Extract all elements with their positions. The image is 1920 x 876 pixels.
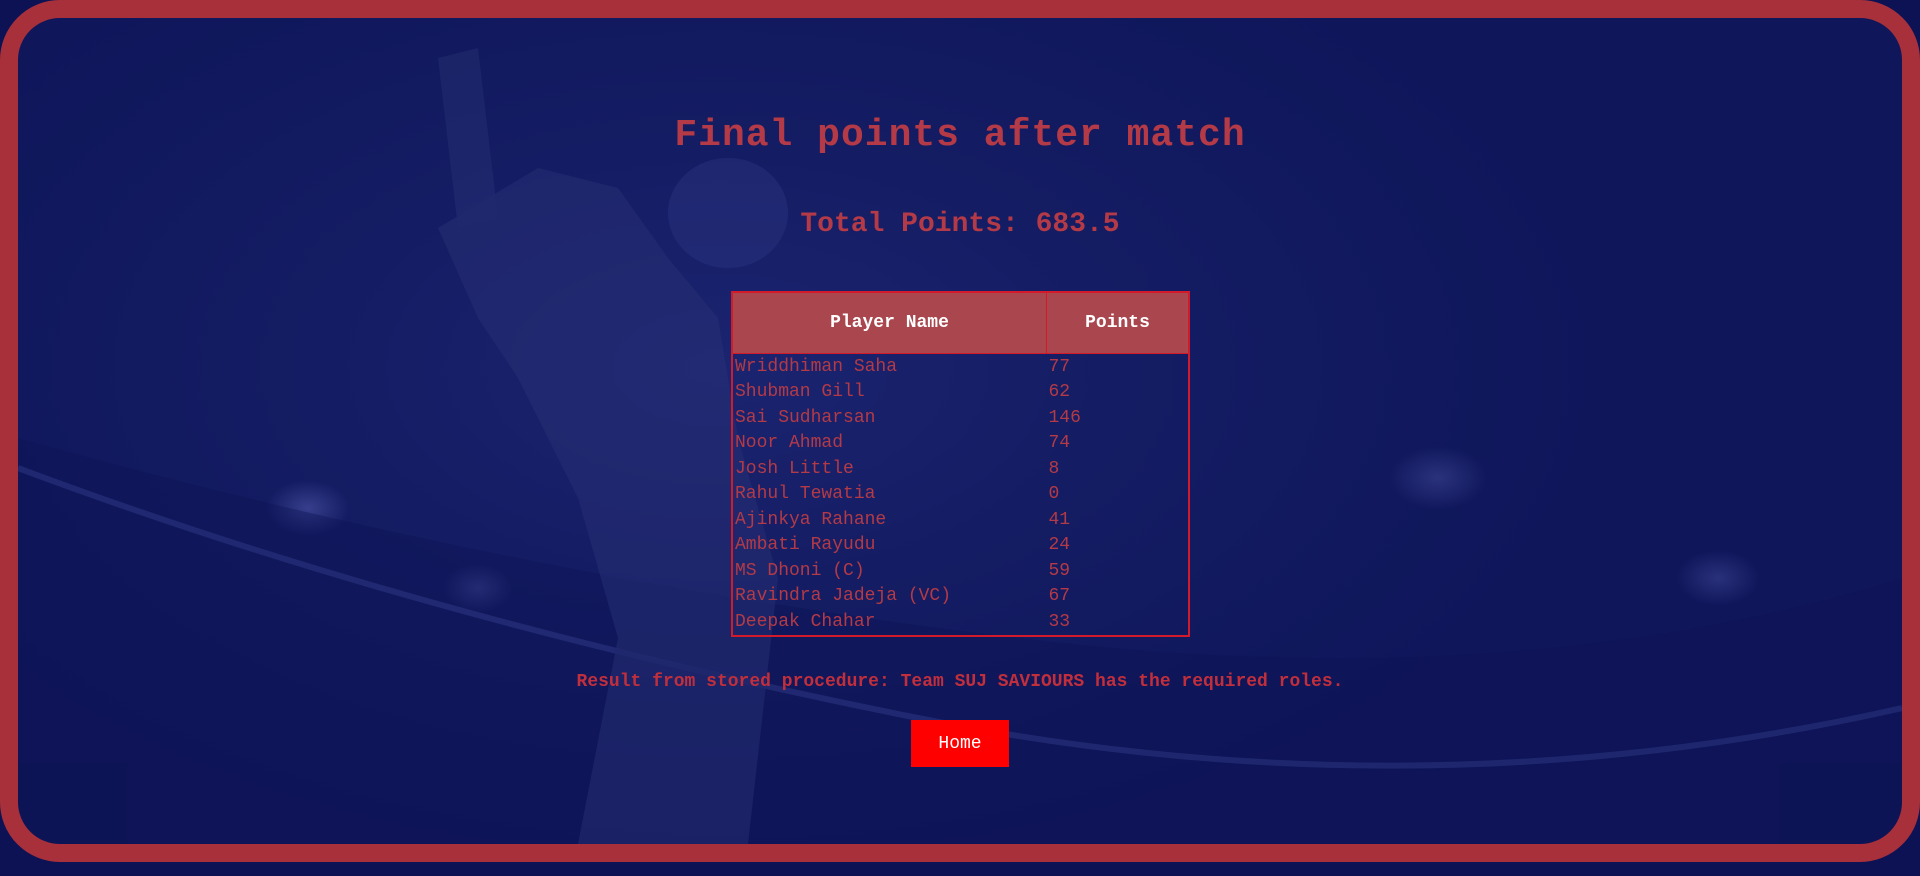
points-cell: 67 <box>1048 586 1071 607</box>
page-title: Final points after match <box>674 114 1246 157</box>
player-name-cell: Wriddhiman Saha <box>735 356 898 377</box>
points-cell: 33 <box>1048 611 1071 632</box>
player-name-cell: Sai Sudharsan <box>735 407 876 428</box>
table-row: Rahul Tewatia 0 <box>732 482 1189 508</box>
table-row: Josh Little 8 <box>732 456 1189 482</box>
table-row: Noor Ahmad 74 <box>732 431 1189 457</box>
player-name-cell: Josh Little <box>735 458 854 479</box>
stored-procedure-result-message: Result from stored procedure: Team SUJ S… <box>576 672 1344 692</box>
page-frame: Final points after match Total Points: 6… <box>0 0 1920 862</box>
points-table: Player Name Points Wriddhiman Saha 77 Sh… <box>731 291 1190 637</box>
total-points: Total Points: 683.5 <box>800 209 1120 240</box>
player-name-cell: Ravindra Jadeja (VC) <box>735 586 952 607</box>
table-row: Deepak Chahar 33 <box>732 609 1189 636</box>
main-content: Final points after match Total Points: 6… <box>18 18 1902 844</box>
player-name-cell: Deepak Chahar <box>735 611 876 632</box>
points-cell: 24 <box>1048 535 1071 556</box>
table-row: Ajinkya Rahane 41 <box>732 507 1189 533</box>
points-cell: 62 <box>1048 382 1071 403</box>
column-header-points: Points <box>1046 291 1190 354</box>
points-table-container: Player Name Points Wriddhiman Saha 77 Sh… <box>731 291 1190 637</box>
points-cell: 8 <box>1048 458 1060 479</box>
points-cell: 77 <box>1048 356 1071 377</box>
table-row: Sai Sudharsan 146 <box>732 405 1189 431</box>
table-row: Ravindra Jadeja (VC) 67 <box>732 584 1189 610</box>
player-name-cell: Noor Ahmad <box>735 433 844 454</box>
table-row: Ambati Rayudu 24 <box>732 533 1189 559</box>
table-header-row: Player Name Points <box>731 291 1190 354</box>
points-cell: 59 <box>1048 560 1071 581</box>
table-row: Wriddhiman Saha 77 <box>732 354 1189 380</box>
column-header-player-name: Player Name <box>731 291 1047 354</box>
points-cell: 146 <box>1048 407 1081 428</box>
player-name-cell: Ajinkya Rahane <box>735 509 887 530</box>
player-name-cell: Shubman Gill <box>735 382 865 403</box>
player-name-cell: Ambati Rayudu <box>735 535 876 556</box>
points-cell: 0 <box>1048 484 1060 505</box>
player-name-cell: Rahul Tewatia <box>735 484 876 505</box>
points-cell: 74 <box>1048 433 1071 454</box>
player-name-cell: MS Dhoni (C) <box>735 560 865 581</box>
points-cell: 41 <box>1048 509 1071 530</box>
table-row: MS Dhoni (C) 59 <box>732 558 1189 584</box>
table-row: Shubman Gill 62 <box>732 380 1189 406</box>
home-button[interactable]: Home <box>911 720 1009 767</box>
